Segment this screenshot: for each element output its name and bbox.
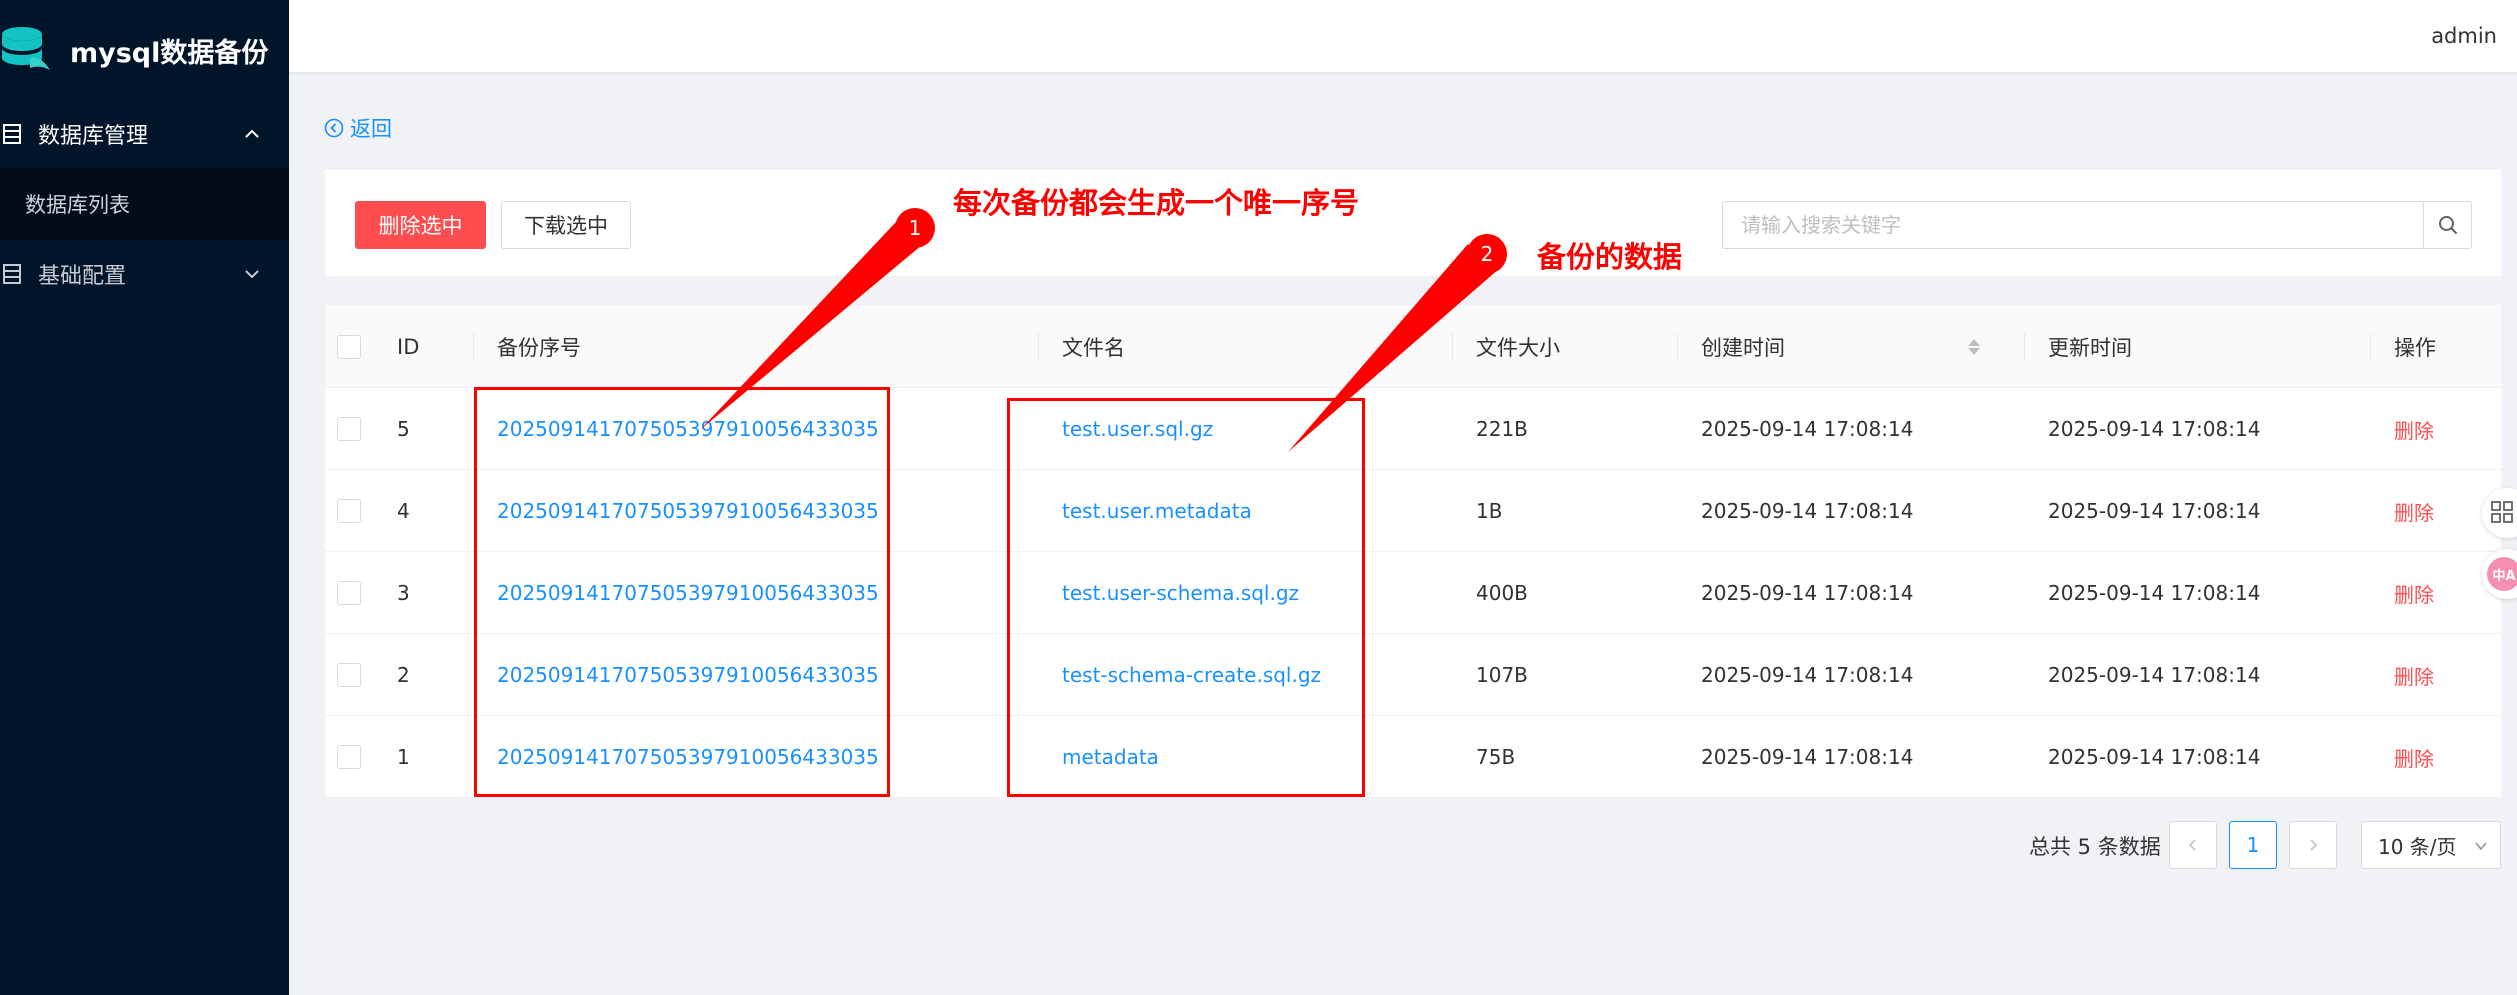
cell-created: 2025-09-14 17:08:14 — [1701, 581, 1914, 605]
cell-filename-link[interactable]: metadata — [1062, 716, 1159, 798]
cell-id: 2 — [397, 663, 410, 687]
column-header-label: 文件大小 — [1476, 335, 1560, 360]
cell-updated: 2025-09-14 17:08:14 — [2048, 499, 2261, 523]
brand[interactable]: mysql数据备份 — [0, 0, 289, 100]
next-page-button[interactable] — [2289, 821, 2337, 869]
cell-filesize: 1B — [1476, 499, 1503, 523]
delete-row-button[interactable]: 删除 — [2394, 552, 2434, 634]
cell-filename-link[interactable]: test.user.sql.gz — [1062, 388, 1213, 470]
cell-id: 4 — [397, 499, 410, 523]
cell-updated: 2025-09-14 17:08:14 — [2048, 663, 2261, 687]
cell-created: 2025-09-14 17:08:14 — [1701, 417, 1914, 441]
row-checkbox[interactable] — [337, 663, 361, 687]
delete-row-button[interactable]: 删除 — [2394, 470, 2434, 552]
sidebar-item-database-management[interactable]: 数据库管理 — [0, 100, 289, 168]
cell-filename-link[interactable]: test-schema-create.sql.gz — [1062, 634, 1321, 716]
translate-icon: 中A — [2487, 557, 2517, 591]
column-header-id[interactable]: ID — [397, 305, 419, 388]
table-row: 4 202509141707505397910056433035 test.us… — [325, 470, 2501, 552]
column-header-filename[interactable]: 文件名 — [1062, 305, 1125, 388]
table-icon — [3, 124, 21, 144]
chevron-right-icon — [2310, 839, 2318, 851]
delete-selected-button[interactable]: 删除选中 — [355, 201, 486, 249]
table-row: 2 202509141707505397910056433035 test-sc… — [325, 634, 2501, 716]
user-menu[interactable]: admin — [2431, 24, 2497, 48]
annotation-number-1: 1 — [895, 208, 935, 248]
grid-icon — [2491, 501, 2513, 523]
cell-filename-link[interactable]: test.user.metadata — [1062, 470, 1252, 552]
back-label: 返回 — [350, 117, 392, 141]
cell-id: 1 — [397, 745, 410, 769]
table-row: 1 202509141707505397910056433035 metadat… — [325, 716, 2501, 798]
column-header-updated[interactable]: 更新时间 — [2048, 305, 2132, 388]
cell-updated: 2025-09-14 17:08:14 — [2048, 417, 2261, 441]
table-row: 5 20250914170750539791005643303​5 test.u… — [325, 388, 2501, 470]
sort-icon[interactable] — [1968, 338, 1980, 355]
row-checkbox[interactable] — [337, 499, 361, 523]
cell-filename-link[interactable]: test.user-schema.sql.gz — [1062, 552, 1299, 634]
row-checkbox[interactable] — [337, 745, 361, 769]
delete-row-button[interactable]: 删除 — [2394, 634, 2434, 716]
database-icon — [2, 27, 50, 70]
toolbar: 删除选中 下载选中 — [325, 170, 2501, 276]
cell-serial-link[interactable]: 202509141707505397910056433035 — [497, 552, 879, 634]
column-header-actions: 操作 — [2394, 335, 2436, 360]
column-header-created[interactable]: 创建时间 — [1701, 305, 1785, 388]
download-selected-button[interactable]: 下载选中 — [501, 201, 631, 249]
search-button[interactable] — [2423, 202, 2471, 248]
search-input[interactable] — [1723, 202, 2423, 248]
select-all-cell — [337, 305, 361, 388]
cell-serial-link[interactable]: 20250914170750539791005643303​5 — [497, 388, 879, 470]
sidebar-item-basic-config[interactable]: 基础配置 — [0, 240, 289, 308]
column-header-serial[interactable]: 备份序号 — [497, 305, 581, 388]
table-header: ID 备份序号 文件名 文件大小 创建时间 更新时间 操作 — [325, 305, 2501, 388]
select-all-checkbox[interactable] — [337, 334, 361, 359]
cell-id: 3 — [397, 581, 410, 605]
chevron-left-icon — [2188, 839, 2196, 851]
cell-serial-link[interactable]: 202509141707505397910056433035 — [497, 716, 879, 798]
row-checkbox[interactable] — [337, 581, 361, 605]
sidebar-item-database-list[interactable]: 数据库列表 — [0, 168, 289, 240]
chevron-down-icon — [245, 270, 259, 279]
cell-created: 2025-09-14 17:08:14 — [1701, 499, 1914, 523]
cell-filesize: 75B — [1476, 745, 1516, 769]
delete-row-button[interactable]: 删除 — [2394, 716, 2434, 798]
cell-created: 2025-09-14 17:08:14 — [1701, 663, 1914, 687]
chevron-down-icon — [2475, 842, 2487, 851]
search-box — [1722, 201, 2472, 249]
chevron-up-icon — [245, 129, 259, 138]
table-icon — [3, 264, 21, 284]
cell-filesize: 221B — [1476, 417, 1528, 441]
search-icon — [2438, 216, 2457, 235]
cell-created: 2025-09-14 17:08:14 — [1701, 745, 1914, 769]
prev-page-button[interactable] — [2169, 821, 2217, 869]
top-header: admin — [289, 0, 2517, 72]
sidebar-item-label: 基础配置 — [38, 264, 127, 289]
data-table: ID 备份序号 文件名 文件大小 创建时间 更新时间 操作 5 20250914… — [325, 305, 2501, 798]
pagination-total: 总共 5 条数据 — [2029, 835, 2161, 859]
column-header-filesize[interactable]: 文件大小 — [1476, 305, 1980, 388]
annotation-number-2: 2 — [1467, 234, 1507, 274]
table-row: 3 202509141707505397910056433035 test.us… — [325, 552, 2501, 634]
back-link[interactable]: 返回 — [324, 113, 392, 143]
cell-updated: 2025-09-14 17:08:14 — [2048, 745, 2261, 769]
page-button-1[interactable]: 1 — [2229, 821, 2277, 869]
cell-id: 5 — [397, 417, 410, 441]
cell-filesize: 107B — [1476, 663, 1528, 687]
annotation-text-1: 每次备份都会生成一个唯一序号 — [953, 186, 1360, 220]
delete-row-button[interactable]: 删除 — [2394, 388, 2434, 470]
sidebar-item-label: 数据库列表 — [25, 193, 130, 217]
cell-serial-link[interactable]: 202509141707505397910056433035 — [497, 470, 879, 552]
circle-left-icon — [324, 118, 344, 138]
annotation-text-2: 备份的数据 — [1537, 240, 1683, 274]
page-size-select[interactable]: 10 条/页 — [2361, 821, 2501, 869]
cell-serial-link[interactable]: 202509141707505397910056433035 — [497, 634, 879, 716]
sidebar-item-label: 数据库管理 — [38, 124, 149, 149]
sidebar: mysql数据备份 数据库管理 数据库列表 基础配置 — [0, 0, 289, 995]
cell-filesize: 400B — [1476, 581, 1528, 605]
row-checkbox[interactable] — [337, 417, 361, 441]
page-size-value: 10 条/页 — [2378, 834, 2457, 859]
app-title: mysql数据备份 — [70, 37, 269, 69]
cell-updated: 2025-09-14 17:08:14 — [2048, 581, 2261, 605]
